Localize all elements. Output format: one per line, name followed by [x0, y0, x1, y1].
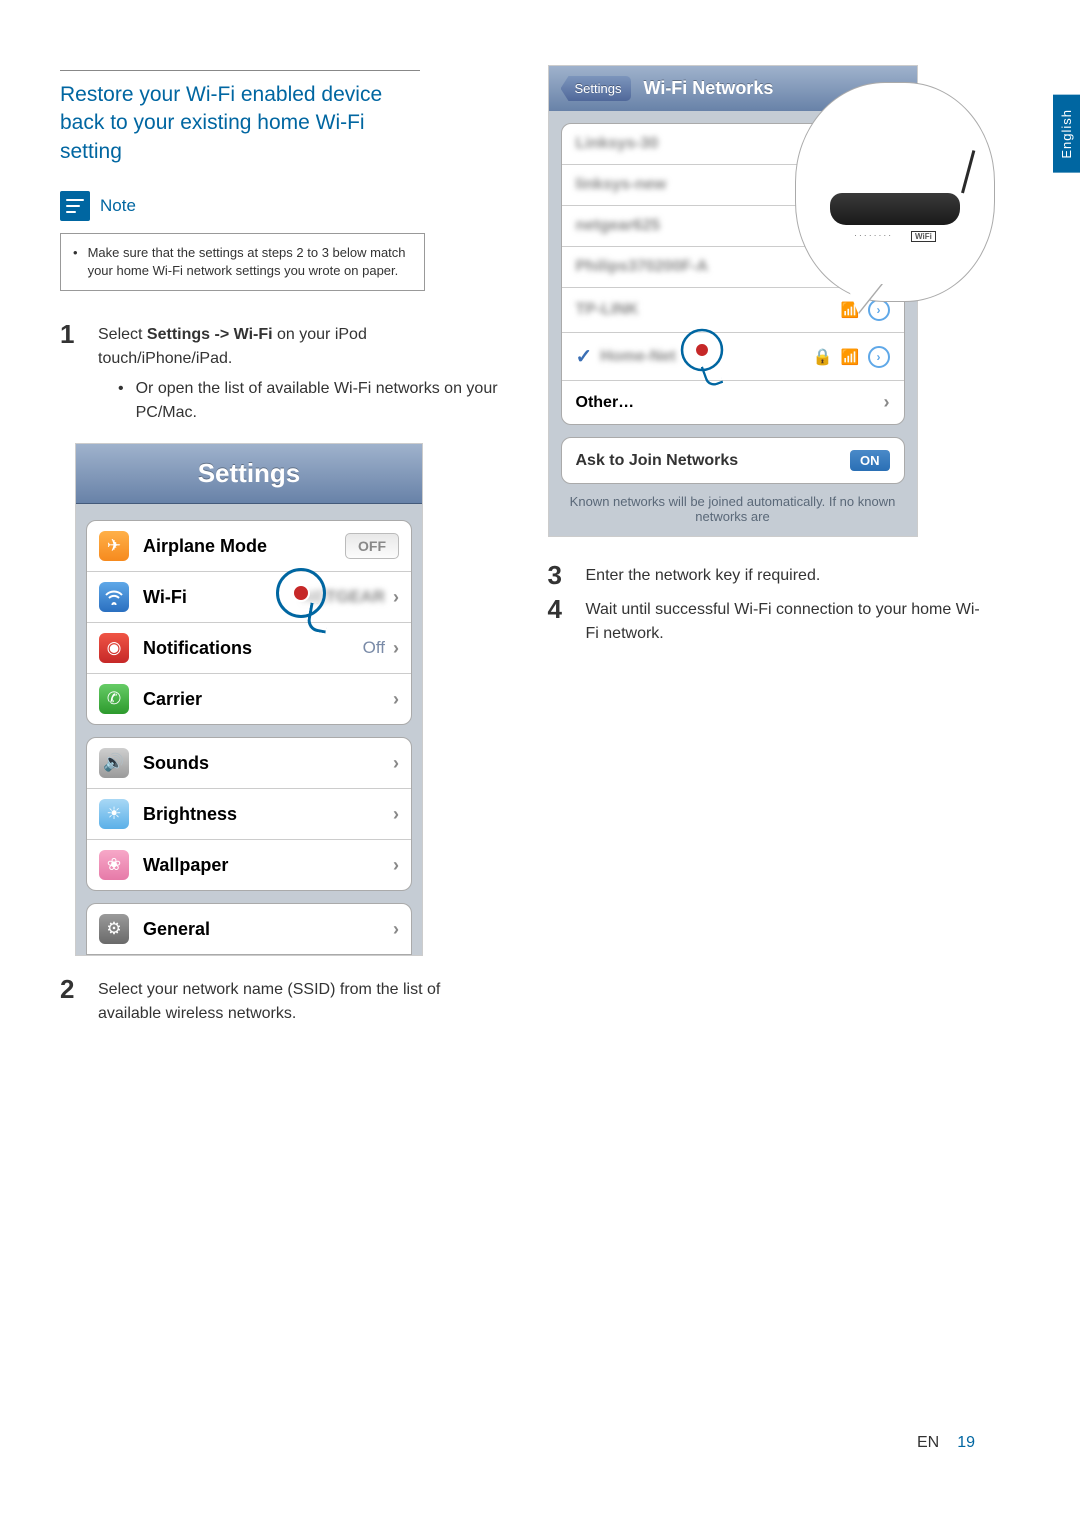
wifi-back-button[interactable]: Settings: [561, 76, 632, 101]
wifi-title: Wi-Fi Networks: [643, 78, 773, 99]
router-callout: · · · · · · · ·WiFi: [795, 82, 995, 302]
lock-icon: 🔒: [813, 347, 833, 367]
step1-sub: Or open the list of available Wi-Fi netw…: [136, 377, 503, 425]
checkmark-icon: ✓: [576, 344, 593, 369]
row-wallpaper[interactable]: ❀ Wallpaper ›: [87, 840, 411, 890]
page-footer: EN19: [917, 1434, 975, 1452]
note-icon: [60, 191, 90, 221]
detail-icon[interactable]: ›: [868, 346, 890, 368]
wifi-icon: [99, 582, 129, 612]
notifications-icon: ◉: [99, 633, 129, 663]
wallpaper-icon: ❀: [99, 850, 129, 880]
language-tab: English: [1053, 95, 1080, 173]
airplane-icon: ✈: [99, 531, 129, 561]
chevron-icon: ›: [884, 392, 890, 413]
step-2: 2 Select your network name (SSID) from t…: [60, 976, 503, 1026]
heading-rule: [60, 70, 420, 71]
chevron-icon: ›: [393, 855, 399, 876]
row-brightness[interactable]: ☀ Brightness ›: [87, 789, 411, 840]
chevron-icon: ›: [393, 753, 399, 774]
note-text: Make sure that the settings at steps 2 t…: [88, 244, 412, 280]
wifi-networks-screenshot: Settings Wi-Fi Networks Linksys-30 links…: [548, 65, 918, 537]
ask-to-join-row[interactable]: Ask to Join Networks ON: [561, 437, 905, 484]
section-title: Restore your Wi-Fi enabled device back t…: [60, 81, 420, 166]
step-1: 1 Select Settings -> Wi-Fi on your iPod …: [60, 321, 503, 425]
row-sounds[interactable]: 🔊 Sounds ›: [87, 738, 411, 789]
chevron-icon: ›: [393, 638, 399, 659]
step-4: 4 Wait until successful Wi-Fi connection…: [548, 596, 991, 646]
chevron-icon: ›: [393, 804, 399, 825]
known-networks-text: Known networks will be joined automatica…: [549, 494, 917, 536]
step-number: 4: [548, 596, 568, 646]
settings-header: Settings: [76, 444, 422, 504]
row-general[interactable]: ⚙ General ›: [87, 904, 411, 954]
step-3: 3 Enter the network key if required.: [548, 562, 991, 588]
step-number: 1: [60, 321, 80, 425]
row-wifi[interactable]: Wi-Fi NETGEAR ›: [87, 572, 411, 623]
brightness-icon: ☀: [99, 799, 129, 829]
settings-screenshot: Settings ✈ Airplane Mode OFF Wi-Fi NETGE…: [75, 443, 423, 956]
wifi-signal-icon: 📶: [841, 348, 860, 366]
general-icon: ⚙: [99, 914, 129, 944]
step-number: 2: [60, 976, 80, 1026]
wifi-other-row[interactable]: Other… ›: [562, 381, 904, 424]
wifi-network-row-selected[interactable]: ✓ Home-Net 🔒📶›: [562, 333, 904, 381]
chevron-icon: ›: [393, 689, 399, 710]
row-notifications[interactable]: ◉ Notifications Off ›: [87, 623, 411, 674]
airplane-toggle[interactable]: OFF: [345, 533, 399, 559]
step-number: 3: [548, 562, 568, 588]
chevron-icon: ›: [393, 919, 399, 940]
note-label: Note: [100, 196, 136, 216]
carrier-icon: ✆: [99, 684, 129, 714]
note-header: Note: [60, 191, 503, 221]
note-box: •Make sure that the settings at steps 2 …: [60, 233, 425, 291]
row-carrier[interactable]: ✆ Carrier ›: [87, 674, 411, 724]
row-airplane-mode[interactable]: ✈ Airplane Mode OFF: [87, 521, 411, 572]
sounds-icon: 🔊: [99, 748, 129, 778]
chevron-icon: ›: [393, 587, 399, 608]
ask-join-toggle[interactable]: ON: [850, 450, 890, 471]
